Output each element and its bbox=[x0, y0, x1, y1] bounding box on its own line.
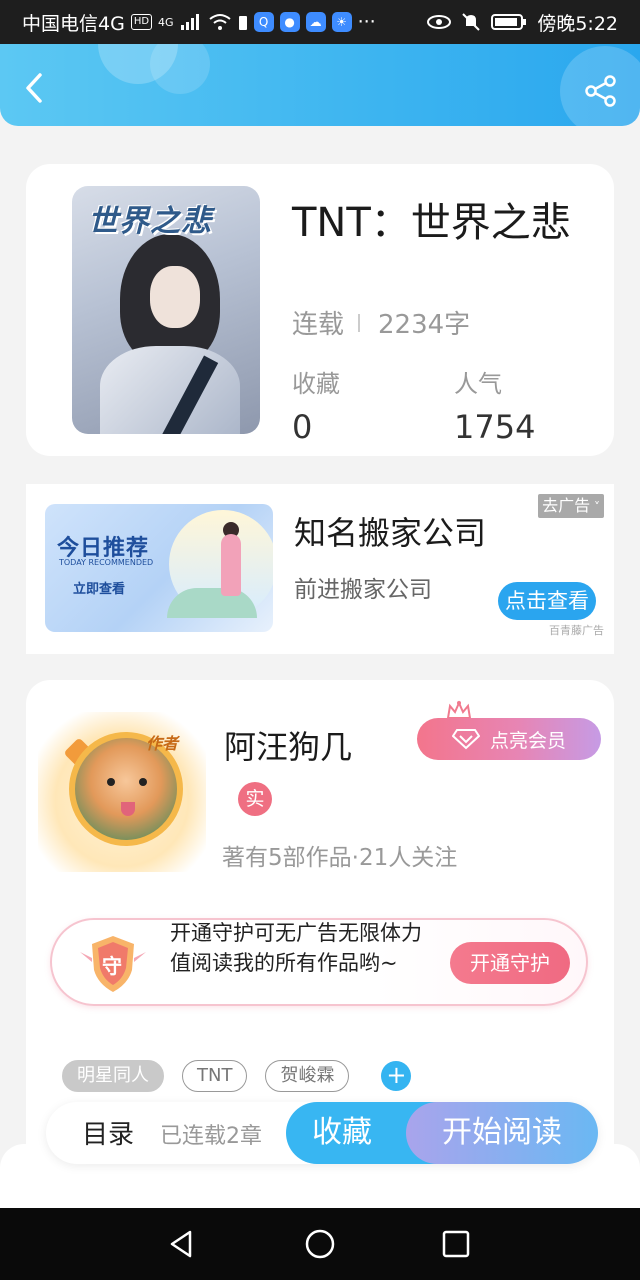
cover-title-art: 世界之悲 bbox=[88, 204, 212, 239]
diamond-icon bbox=[451, 729, 480, 750]
book-title: TNT：世界之悲 bbox=[292, 200, 571, 246]
status-bar: 中国电信4G HD 4G Q ● ☁ ☀ ··· 傍晚5:22 bbox=[0, 0, 640, 44]
more-notifications-icon: ··· bbox=[357, 11, 376, 33]
weather-app-icon: ☀ bbox=[331, 12, 352, 32]
search-app-icon: Q bbox=[253, 12, 274, 32]
cloud-app-icon: ☁ bbox=[305, 12, 326, 32]
top-header bbox=[0, 44, 640, 126]
guard-shield-icon: 守 bbox=[78, 932, 148, 996]
ad-banner[interactable]: 今日推荐 TODAY RECOMMENDED 立即查看 知名搬家公司 前进搬家公… bbox=[26, 484, 614, 654]
guard-icon-text: 守 bbox=[102, 954, 122, 978]
chevron-left-icon bbox=[26, 73, 42, 103]
author-stats: 著有5部作品·21人关注 bbox=[222, 845, 458, 871]
ad-image[interactable]: 今日推荐 TODAY RECOMMENDED 立即查看 bbox=[45, 504, 273, 632]
author-card: 作者 阿汪狗几 点亮会员 实 著有5部作品·21人关注 守 开通守护可无广告无限… bbox=[26, 680, 614, 1150]
battery-saver-icon bbox=[238, 16, 247, 30]
ad-title: 知名搬家公司 bbox=[294, 514, 487, 552]
tag-item[interactable]: TNT bbox=[182, 1060, 248, 1092]
nav-recents-icon[interactable] bbox=[440, 1228, 472, 1260]
ad-subtitle: 前进搬家公司 bbox=[294, 577, 432, 603]
ad-view-button[interactable]: 点击查看 bbox=[498, 582, 596, 620]
nav-home-icon[interactable] bbox=[304, 1228, 336, 1260]
word-count: 2234字 bbox=[378, 310, 471, 340]
remove-ad-label: 去广告 bbox=[542, 496, 591, 515]
share-button[interactable] bbox=[584, 74, 618, 108]
guard-text: 开通守护可无广告无限体力值阅读我的所有作品哟~ bbox=[170, 921, 422, 975]
author-badge: 作者 bbox=[146, 734, 179, 753]
mute-bell-icon bbox=[462, 13, 481, 31]
system-nav-bar bbox=[0, 1208, 640, 1280]
popularity-count: 1754 bbox=[454, 408, 536, 446]
nav-back-icon[interactable] bbox=[166, 1228, 198, 1260]
chevron-down-icon: ˅ bbox=[590, 500, 600, 514]
guard-button[interactable]: 开通守护 bbox=[450, 942, 570, 984]
toc-button[interactable]: 目录 bbox=[82, 1114, 134, 1151]
signal-icon bbox=[180, 14, 199, 30]
author-avatar-frame[interactable]: 作者 bbox=[38, 712, 206, 872]
collect-count: 0 bbox=[292, 408, 313, 446]
eye-icon bbox=[427, 15, 452, 29]
carrier-label: 中国电信4G bbox=[22, 12, 125, 35]
tag-list: 明星同人 TNT 贺峻霖 + bbox=[62, 1060, 412, 1092]
back-button[interactable] bbox=[18, 72, 50, 104]
vip-button[interactable]: 点亮会员 bbox=[417, 718, 601, 760]
start-reading-button[interactable]: 开始阅读 bbox=[406, 1102, 598, 1164]
clock: 傍晚5:22 bbox=[537, 12, 618, 35]
share-icon bbox=[585, 75, 616, 107]
serial-status: 连载 bbox=[292, 310, 345, 340]
book-meta: 连载 2234字 bbox=[292, 304, 470, 341]
ad-image-button: 立即查看 bbox=[73, 582, 126, 597]
tag-item[interactable]: 明星同人 bbox=[62, 1060, 164, 1092]
popularity-label: 人气 bbox=[454, 370, 502, 398]
ad-image-subtitle: TODAY RECOMMENDED bbox=[59, 558, 154, 567]
action-bar: 目录 已连载2章 收藏 开始阅读 bbox=[46, 1102, 598, 1164]
ad-source: 百青藤广告 bbox=[549, 624, 604, 637]
vip-label: 点亮会员 bbox=[489, 729, 566, 752]
verified-badge: 实 bbox=[238, 782, 272, 816]
battery-icon bbox=[491, 14, 527, 30]
collect-label: 收藏 bbox=[292, 370, 340, 398]
add-tag-button[interactable]: + bbox=[381, 1061, 412, 1091]
chapter-info: 已连载2章 bbox=[160, 1124, 262, 1149]
author-name: 阿汪狗几 bbox=[224, 728, 353, 766]
guard-promo: 守 开通守护可无广告无限体力值阅读我的所有作品哟~ 开通守护 bbox=[50, 918, 588, 1006]
network-label: 4G bbox=[158, 15, 174, 29]
book-cover[interactable]: 世界之悲 bbox=[72, 186, 260, 434]
book-info-card: 世界之悲 TNT：世界之悲 连载 2234字 收藏 人气 0 1754 bbox=[26, 164, 614, 456]
remove-ad-button[interactable]: 去广告 ˅ bbox=[538, 494, 604, 518]
hd-icon: HD bbox=[130, 14, 153, 30]
bulb-app-icon: ● bbox=[279, 12, 300, 32]
tag-item[interactable]: 贺峻霖 bbox=[265, 1060, 350, 1092]
wifi-icon bbox=[208, 14, 231, 30]
